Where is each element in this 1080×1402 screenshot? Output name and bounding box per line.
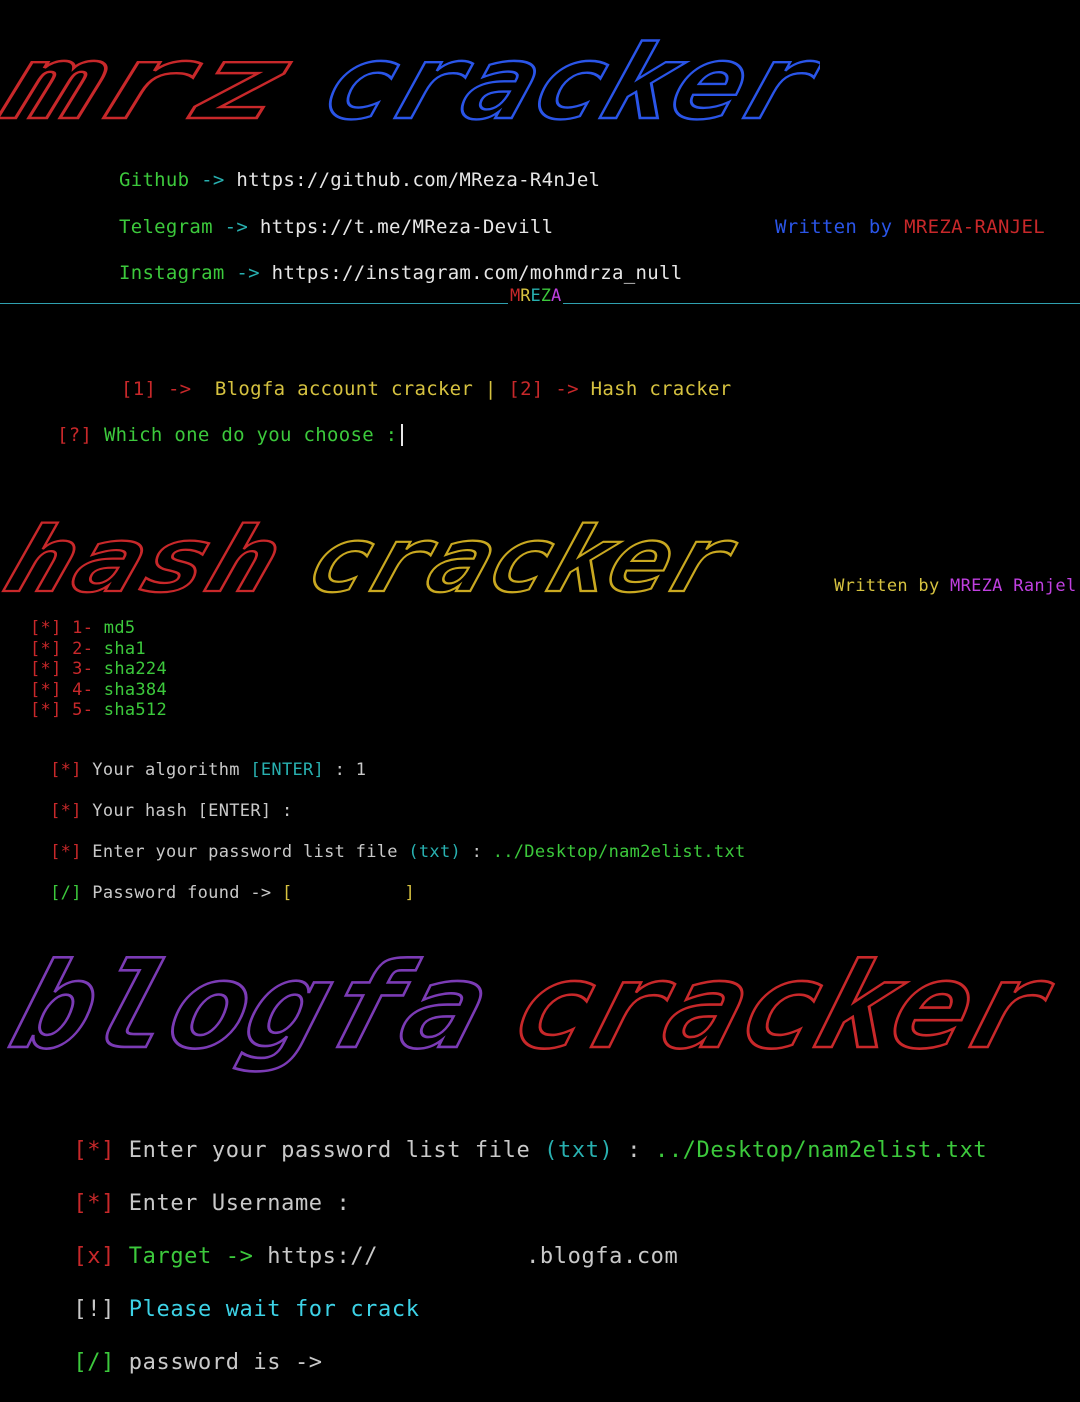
algo-item-tag: [*] bbox=[30, 700, 62, 720]
instagram-line: Instagram -> https://instagram.com/mohmd… bbox=[72, 240, 682, 306]
telegram-label: Telegram bbox=[118, 216, 213, 238]
hash-algorithm-item[interactable]: [*] 2- sha1 bbox=[30, 639, 146, 659]
algo-text: Your algorithm bbox=[92, 760, 240, 780]
algo-item-number: 4- bbox=[72, 679, 94, 700]
separator-label: MREZA bbox=[508, 286, 564, 306]
github-label: Github bbox=[118, 169, 190, 191]
telegram-url[interactable]: https://t.me/MReza-Devill bbox=[260, 216, 553, 238]
sep-letter-r: R bbox=[520, 286, 531, 306]
user-text[interactable]: Enter Username : bbox=[129, 1191, 351, 1216]
list-hint: (txt) bbox=[408, 842, 462, 862]
target-label: Target bbox=[128, 1244, 212, 1269]
sep-letter-m: M bbox=[510, 286, 521, 306]
found-bracket-open: [ bbox=[281, 883, 293, 903]
algo-item-name: sha1 bbox=[103, 638, 146, 659]
algo-item-name: sha512 bbox=[103, 700, 167, 720]
target-suffix: .blogfa.com bbox=[526, 1244, 679, 1269]
hash-algorithm-item[interactable]: [*] 5- sha512 bbox=[30, 700, 167, 720]
hash-algorithm-item[interactable]: [*] 3- sha224 bbox=[30, 659, 167, 679]
instagram-arrow: -> bbox=[236, 262, 260, 284]
found-bracket-close: ] bbox=[404, 883, 416, 903]
algo-hint: [ENTER] bbox=[250, 760, 325, 780]
instagram-label: Instagram bbox=[118, 262, 225, 284]
telegram-arrow: -> bbox=[224, 216, 249, 238]
target-tag: [x] bbox=[73, 1244, 115, 1269]
menu-divider: | bbox=[484, 378, 497, 400]
option-1-arrow: -> bbox=[167, 378, 192, 400]
sep-letter-z: Z bbox=[540, 286, 551, 306]
hash-algorithm-item[interactable]: [*] 4- sha384 bbox=[30, 680, 167, 700]
github-arrow: -> bbox=[201, 169, 225, 191]
sep-letter-a: A bbox=[551, 286, 562, 306]
option-2-number[interactable]: [2] bbox=[508, 378, 543, 400]
hash-sep[interactable]: : bbox=[282, 801, 293, 821]
bl-list-text: Enter your password list file bbox=[128, 1138, 531, 1163]
algo-sep: : bbox=[334, 760, 346, 780]
list-text: Enter your password list file bbox=[92, 842, 398, 862]
wait-tag: [!] bbox=[73, 1297, 115, 1322]
banner-word-cracker-2: cracker bbox=[295, 507, 750, 605]
hash-written-by: Written by bbox=[834, 576, 940, 596]
algo-tag: [*] bbox=[50, 760, 82, 780]
result-text: password is -> bbox=[128, 1350, 323, 1375]
written-by-label: Written by bbox=[774, 216, 893, 238]
text-cursor[interactable] bbox=[401, 424, 404, 446]
hash-text: Your hash [ENTER] bbox=[92, 801, 272, 821]
algo-item-name: sha384 bbox=[103, 679, 167, 700]
password-found-line: [/] Password found -> [] bbox=[8, 863, 415, 923]
author-name: MREZA-RANJEL bbox=[904, 216, 1045, 238]
option-1-label[interactable]: Blogfa account cracker bbox=[215, 378, 473, 400]
bl-list-sep: : bbox=[627, 1138, 642, 1163]
banner-word-cracker: cracker bbox=[308, 23, 820, 135]
prompt-text: Which one do you choose : bbox=[103, 424, 398, 446]
instagram-url[interactable]: https://instagram.com/mohmdrza_null bbox=[272, 262, 683, 284]
user-tag: [*] bbox=[73, 1191, 115, 1216]
hash-author-first: MREZA bbox=[950, 576, 1003, 596]
algo-item-name: md5 bbox=[103, 618, 136, 638]
bl-list-tag: [*] bbox=[73, 1138, 115, 1163]
bl-list-hint: (txt) bbox=[544, 1138, 614, 1163]
algo-item-number: 1- bbox=[72, 618, 94, 638]
terminal-window: mrz cracker Github -> https://github.com… bbox=[0, 0, 1080, 1388]
wait-text: Please wait for crack bbox=[128, 1297, 420, 1322]
result-tag: [/] bbox=[73, 1350, 115, 1375]
hash-author-last: Ranjel bbox=[1013, 576, 1077, 596]
list-tag: [*] bbox=[50, 842, 82, 862]
prompt-tag: [?] bbox=[56, 424, 93, 446]
algo-item-name: sha224 bbox=[103, 659, 167, 679]
sep-letter-e: E bbox=[530, 286, 541, 306]
credit-line: Written by MREZA-RANJEL bbox=[728, 194, 1045, 260]
algo-item-number: 3- bbox=[72, 659, 94, 679]
hash-cracker-banner: hash cracker bbox=[0, 506, 751, 605]
list-value[interactable]: ../Desktop/nam2elist.txt bbox=[493, 842, 746, 862]
mrz-cracker-banner: mrz cracker bbox=[0, 22, 820, 135]
target-prefix: https:// bbox=[267, 1244, 379, 1269]
banner-word-blogfa: blogfa bbox=[0, 938, 503, 1075]
algo-item-number: 5- bbox=[72, 700, 94, 720]
banner-word-hash: hash bbox=[0, 507, 295, 605]
algo-item-tag: [*] bbox=[30, 638, 62, 659]
choice-prompt: [?] Which one do you choose : bbox=[10, 402, 404, 468]
blogfa-cracker-banner: blogfa cracker bbox=[0, 937, 1069, 1077]
found-tag: [/] bbox=[50, 883, 82, 903]
algo-item-tag: [*] bbox=[30, 618, 62, 638]
result-line: [/] password is -> bbox=[18, 1324, 323, 1402]
target-arrow: -> bbox=[225, 1244, 254, 1269]
algo-item-tag: [*] bbox=[30, 679, 62, 700]
algo-item-tag: [*] bbox=[30, 659, 62, 679]
list-sep: : bbox=[471, 842, 483, 862]
option-1-number[interactable]: [1] bbox=[121, 378, 156, 400]
bl-list-value[interactable]: ../Desktop/nam2elist.txt bbox=[655, 1138, 987, 1163]
banner-word-cracker-3: cracker bbox=[498, 938, 1068, 1075]
hash-algorithm-item[interactable]: [*] 1- md5 bbox=[30, 618, 135, 638]
banner-word-mrz: mrz bbox=[0, 23, 307, 135]
algo-value[interactable]: 1 bbox=[356, 760, 367, 780]
hash-credit-line: Written by MREZA Ranjel bbox=[792, 556, 1077, 616]
hash-tag: [*] bbox=[50, 801, 82, 821]
found-text: Password found -> bbox=[92, 883, 272, 903]
github-url[interactable]: https://github.com/MReza-R4nJel bbox=[236, 169, 600, 191]
algo-item-number: 2- bbox=[72, 638, 94, 659]
option-2-label[interactable]: Hash cracker bbox=[591, 378, 732, 400]
option-2-arrow: -> bbox=[555, 378, 579, 400]
